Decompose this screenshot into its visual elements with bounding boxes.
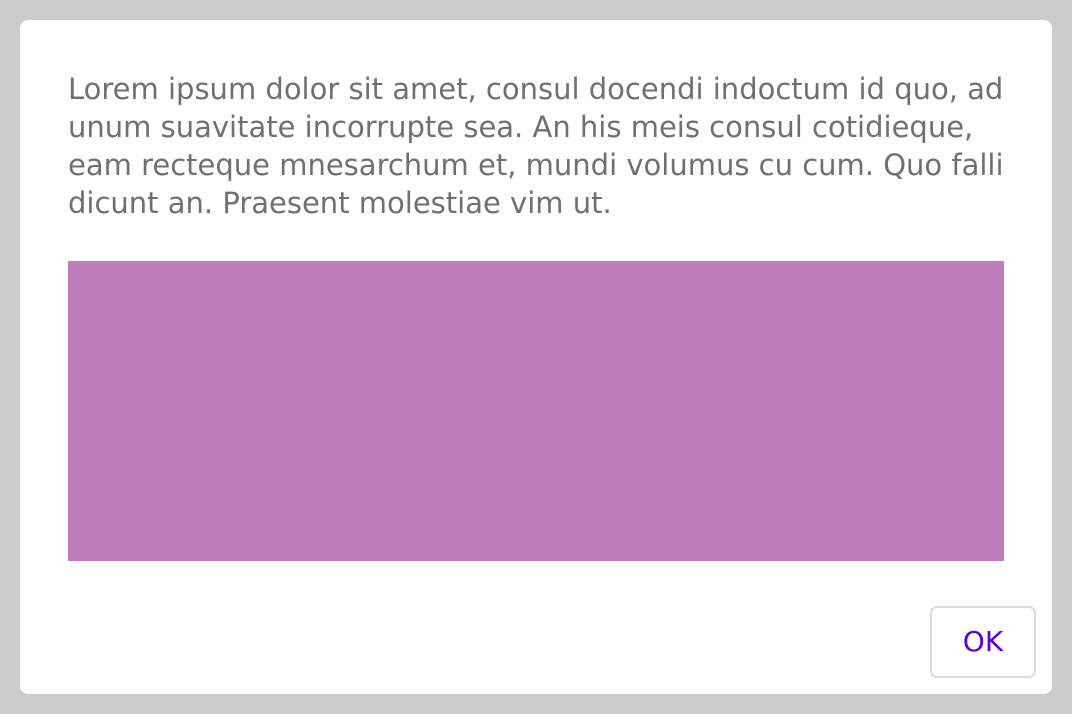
dialog-message: Lorem ipsum dolor sit amet, consul docen… bbox=[68, 72, 1004, 220]
dialog: Lorem ipsum dolor sit amet, consul docen… bbox=[20, 20, 1052, 694]
ok-button[interactable]: OK bbox=[930, 606, 1036, 678]
media-placeholder bbox=[68, 261, 1004, 561]
